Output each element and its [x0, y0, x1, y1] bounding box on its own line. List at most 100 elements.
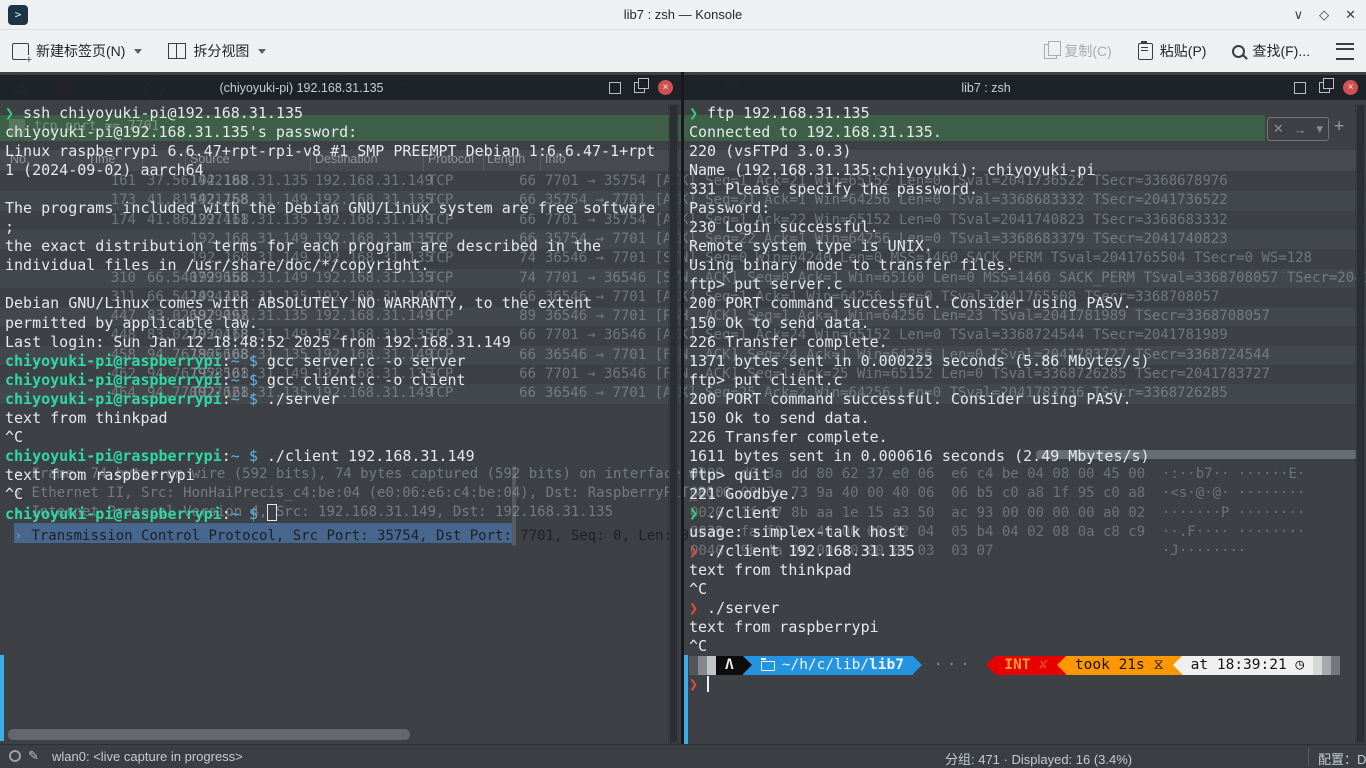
p10k-status-bar: Λ ~/h/c/lib/lib7 ··· INT ✘ took 21s ⧖ at 18:3…: [689, 656, 1340, 675]
left-pane-header[interactable]: (chiyoyuki-pi) 192.168.31.135 ×: [0, 75, 681, 100]
directory-segment: ~/h/c/lib/lib7: [752, 656, 913, 675]
terminal-line: chiyoyuki-pi@raspberrypi:~ $ gcc server.…: [5, 352, 668, 371]
terminal-line: Debian GNU/Linux comes with ABSOLUTELY N…: [5, 294, 668, 313]
terminal-line: permitted by applicable law.: [5, 314, 668, 333]
terminal-line: individual files in /usr/share/doc/*/cop…: [5, 256, 668, 275]
new-tab-label: 新建标签页(N): [36, 41, 125, 61]
cursor: [707, 676, 709, 692]
folder-icon: [761, 661, 775, 671]
scrollbar-thumb[interactable]: [1356, 104, 1365, 743]
terminal-line: The programs included with the Debian GN…: [5, 199, 668, 218]
terminal-line: 1371 bytes sent in 0.000223 seconds (5.8…: [689, 352, 1354, 371]
terminal-line: ftp> put server.c: [689, 275, 1354, 294]
command-duration-segment: took 21s ⧖: [1066, 656, 1173, 675]
terminal-line: ❯ ./server: [689, 599, 1354, 618]
copy-label: 复制(C): [1064, 41, 1111, 61]
terminal-line: ❯: [689, 675, 1354, 694]
split-view-icon: [168, 43, 186, 59]
scrollbar-thumb[interactable]: [669, 104, 678, 743]
workspace: ❯ ⇤ ⇥ ◯ ▦ tcp.port == 7701 ✕ → ▾ + No.Ti…: [0, 72, 1366, 768]
chevron-down-icon: [134, 49, 142, 54]
right-terminal[interactable]: ❯ ftp 192.168.31.135Connected to 192.168…: [684, 104, 1354, 745]
os-icon: Λ: [716, 656, 743, 675]
terminal-line: chiyoyuki-pi@raspberrypi:~ $ gcc client.…: [5, 371, 668, 390]
right-pane-title: lib7 : zsh: [684, 81, 1288, 95]
right-scrollbar[interactable]: [1355, 104, 1366, 745]
window-title: lib7 : zsh — Konsole: [0, 7, 1366, 22]
terminal-line: 200 PORT command successful. Consider us…: [689, 294, 1354, 313]
detach-pane-icon[interactable]: [1319, 82, 1330, 93]
left-pane-title: (chiyoyuki-pi) 192.168.31.135: [0, 81, 603, 95]
terminal-line: Remote system type is UNIX.: [689, 237, 1354, 256]
terminal-line: ;: [5, 218, 668, 237]
maximize-pane-icon[interactable]: [609, 82, 621, 94]
find-button[interactable]: 查找(F)...: [1232, 41, 1310, 61]
terminal-line: 1611 bytes sent in 0.000616 seconds (2.4…: [689, 447, 1354, 466]
close-pane-icon[interactable]: ×: [658, 80, 673, 95]
expert-info-icon: [9, 750, 21, 762]
split-view-label: 拆分视图: [193, 41, 249, 61]
close-pane-icon[interactable]: ×: [1343, 80, 1358, 95]
terminal-line: ❯ ./client: [689, 504, 1354, 523]
terminal-line: text from raspberrypi: [5, 466, 668, 485]
paste-button[interactable]: 粘贴(P): [1138, 41, 1207, 61]
terminal-line: ^C: [689, 580, 1354, 599]
new-tab-icon: [12, 43, 29, 60]
terminal-line: 226 Transfer complete.: [689, 428, 1354, 447]
terminal-line: 226 Transfer complete.: [689, 333, 1354, 352]
paste-label: 粘贴(P): [1160, 41, 1207, 61]
left-scrollbar[interactable]: [668, 104, 679, 745]
terminal-line: 220 (vsFTPd 3.0.3): [689, 142, 1354, 161]
terminal-line: Password:: [689, 199, 1354, 218]
terminal-line: Connected to 192.168.31.135.: [689, 123, 1354, 142]
terminal-line: text from raspberrypi: [689, 618, 1354, 637]
terminal-line: ^C: [5, 485, 668, 504]
terminal-line: text from thinkpad: [5, 409, 668, 428]
copy-button[interactable]: 复制(C): [1044, 41, 1111, 61]
terminal-line: 230 Login successful.: [689, 218, 1354, 237]
maximize-pane-icon[interactable]: [1294, 82, 1306, 94]
find-label: 查找(F)...: [1252, 41, 1310, 61]
new-tab-button[interactable]: 新建标签页(N): [12, 41, 142, 61]
terminal-line: chiyoyuki-pi@raspberrypi:~ $ ./server: [5, 390, 668, 409]
terminal-line: Name (192.168.31.135:chiyoyuki): chiyoyu…: [689, 161, 1354, 180]
terminal-line: usage: simplex-talk host: [689, 523, 1354, 542]
menu-button[interactable]: [1336, 43, 1354, 60]
toolbar: 新建标签页(N) 拆分视图 复制(C) 粘贴(P) 查找(F)...: [0, 30, 1366, 72]
hamburger-icon: [1336, 43, 1354, 60]
capture-comment-icon: ✎: [28, 748, 39, 764]
exit-status-segment: INT ✘: [995, 656, 1057, 675]
terminal-line: 150 Ok to send data.: [689, 314, 1354, 333]
p10k-dots: ···: [922, 656, 986, 675]
split-view-button[interactable]: 拆分视图: [168, 41, 266, 61]
terminal-line: ❯ ftp 192.168.31.135: [689, 104, 1354, 123]
terminal-line: ^C: [5, 428, 668, 447]
terminal-line: 200 PORT command successful. Consider us…: [689, 390, 1354, 409]
konsole-app-icon: >: [8, 5, 28, 25]
right-pane-header[interactable]: lib7 : zsh ×: [684, 75, 1366, 100]
terminal-line: chiyoyuki-pi@raspberrypi:~ $ ./client 19…: [5, 447, 668, 466]
terminal-line: ❯ ssh chiyoyuki-pi@192.168.31.135: [5, 104, 668, 123]
terminal-line: Linux raspberrypi 6.6.47+rpt-rpi-v8 #1 S…: [5, 142, 668, 161]
copy-icon: [1044, 44, 1057, 59]
detach-pane-icon[interactable]: [634, 82, 645, 93]
search-icon: [1232, 45, 1245, 58]
terminal-line: chiyoyuki-pi@raspberrypi:~ $: [5, 504, 668, 523]
paste-icon: [1138, 43, 1153, 60]
capture-status: wlan0: <live capture in progress>: [52, 749, 243, 764]
profile-label: 配置：Default: [1318, 749, 1366, 768]
minimize-button[interactable]: ∨: [1294, 7, 1304, 23]
terminal-line: 221 Goodbye.: [689, 485, 1354, 504]
terminal-line: Λ ~/h/c/lib/lib7 ··· INT ✘ took 21s ⧖ at 18:3…: [689, 656, 1354, 675]
terminal-line: 1 (2024-09-02) aarch64: [5, 161, 668, 180]
terminal-line: ftp> put client.c: [689, 371, 1354, 390]
pane-splitter[interactable]: [681, 72, 684, 745]
terminal-line: [5, 180, 668, 199]
chevron-down-icon: [258, 49, 266, 54]
close-button[interactable]: ✕: [1345, 7, 1356, 23]
time-segment: at 18:39:21 ◷: [1182, 656, 1314, 675]
packet-counts: 分组: 471 · Displayed: 16 (3.4%): [945, 749, 1132, 768]
maximize-button[interactable]: ◇: [1319, 7, 1329, 23]
terminal-line: 331 Please specify the password.: [689, 180, 1354, 199]
left-terminal[interactable]: ❯ ssh chiyoyuki-pi@192.168.31.135 chiyoyu…: [0, 104, 668, 745]
